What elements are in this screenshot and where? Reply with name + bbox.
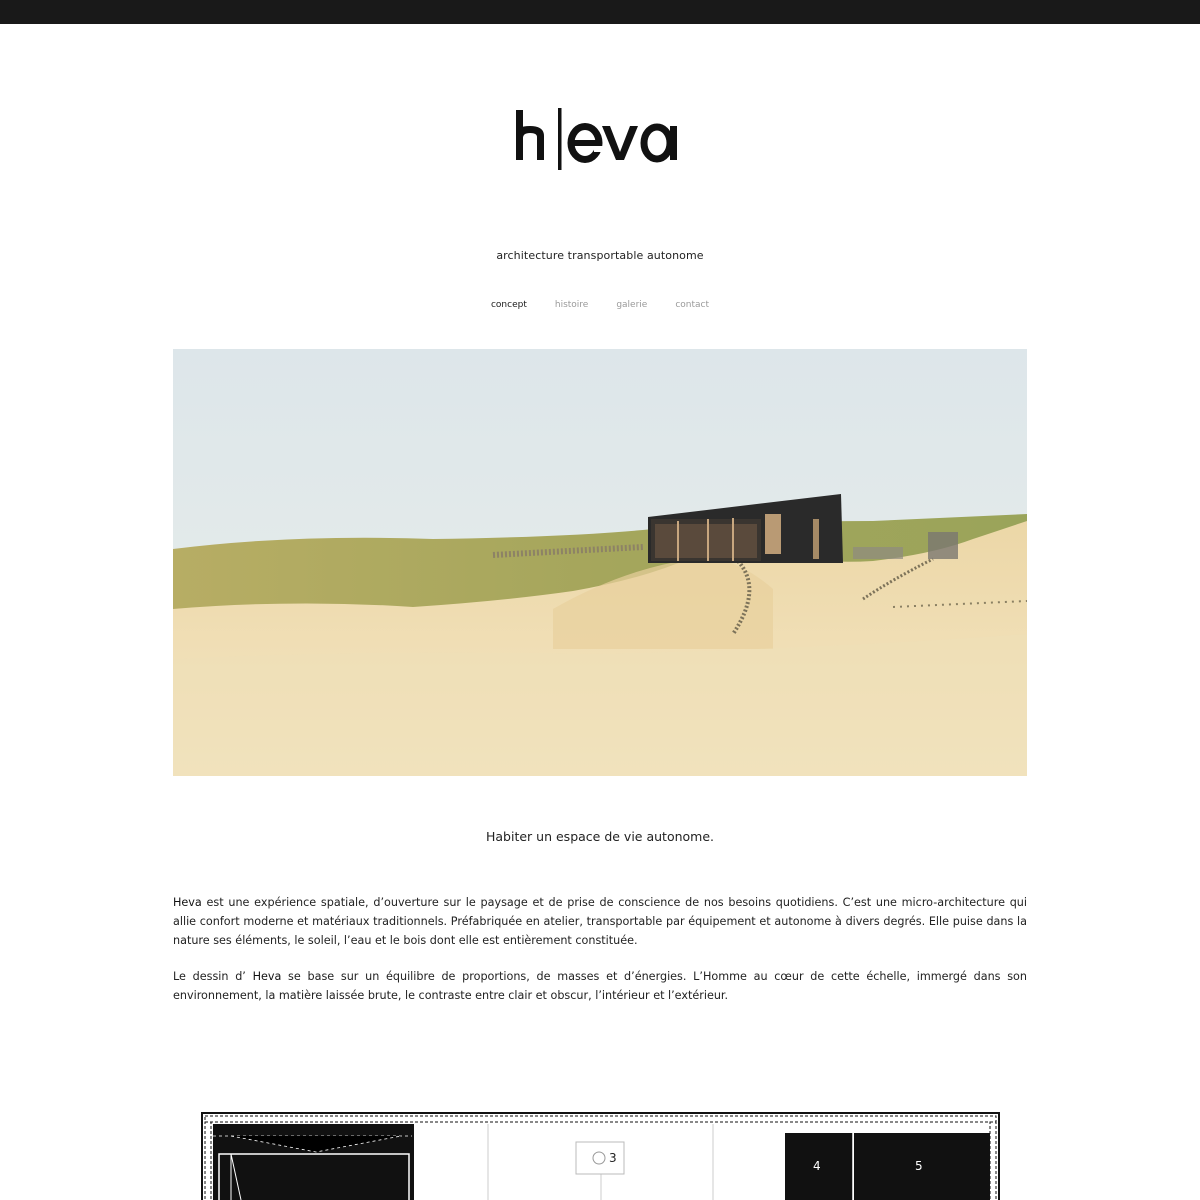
hero-image (173, 349, 1027, 776)
nav-histoire[interactable]: histoire (555, 300, 588, 310)
main-nav: concept histoire galerie contact (0, 300, 1200, 310)
plan-label-5: 5 (915, 1159, 923, 1173)
brand-text: heva (514, 108, 517, 109)
plan-label-3: 3 (609, 1151, 617, 1165)
nav-contact[interactable]: contact (675, 300, 709, 310)
tagline: architecture transportable autonome (496, 249, 704, 262)
paragraph-2-prefix: Le dessin d’ (173, 970, 253, 983)
nav-galerie[interactable]: galerie (616, 300, 647, 310)
headline: Habiter un espace de vie autonome. (486, 829, 714, 844)
paragraph-1: Heva est une expérience spatiale, d’ouve… (173, 893, 1027, 950)
top-bar (0, 0, 1200, 24)
heva-logo[interactable]: heva (514, 108, 688, 172)
paragraph-2: Le dessin d’ Heva se base sur un équilib… (173, 967, 1027, 1005)
paragraph-2-text: se base sur un équilibre de proportions,… (173, 970, 1027, 1002)
plan-label-4: 4 (813, 1159, 821, 1173)
floor-plan: 3 4 5 (201, 1112, 1000, 1200)
paragraph-1-text: est une expérience spatiale, d’ouverture… (173, 896, 1027, 947)
heva-name: Heva (252, 970, 282, 983)
heva-name: Heva (173, 896, 202, 909)
nav-concept[interactable]: concept (491, 300, 527, 310)
intro-text: Heva est une expérience spatiale, d’ouve… (173, 893, 1027, 1022)
